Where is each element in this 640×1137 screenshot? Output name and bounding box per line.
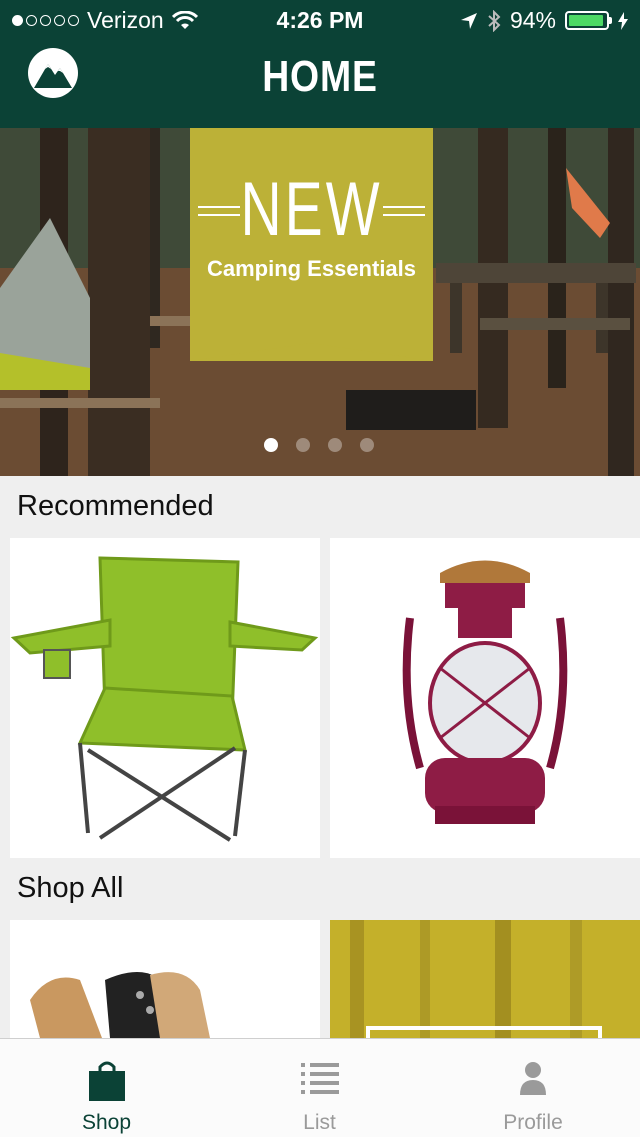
tab-shop[interactable]: Shop [0,1039,213,1137]
battery-percent: 94% [509,7,556,33]
category-card-boots[interactable] [10,920,320,1038]
pager-dot[interactable] [360,438,374,452]
page-title: HOME [262,52,378,101]
promo-banner[interactable]: NEW Camping Essentials [190,128,433,361]
list-icon [300,1063,339,1094]
shopping-bag-icon [88,1061,125,1101]
app-header: Verizon 4:26 PM 94% HOME [0,0,640,128]
charging-icon [618,11,628,30]
carousel-pager[interactable] [264,438,374,452]
person-icon [520,1062,546,1095]
tab-profile[interactable]: Profile [426,1039,640,1137]
boots-icon [30,972,210,1038]
battery-icon [565,11,612,30]
tab-bar: Shop List Profile [0,1038,640,1137]
status-right: 94% [460,7,628,34]
banner-title: NEW [240,167,383,252]
product-card-lantern[interactable] [330,538,640,858]
recommended-heading: Recommended [17,490,214,522]
location-arrow-icon [460,12,477,29]
shop-all-heading: Shop All [17,872,124,904]
product-card-chair[interactable] [10,538,320,858]
hero-carousel[interactable]: NEW Camping Essentials [0,128,640,476]
bluetooth-icon [488,9,501,32]
forest-category-icon [330,920,640,1038]
pager-dot[interactable] [328,438,342,452]
category-card-forest[interactable] [330,920,640,1038]
tab-list[interactable]: List [213,1039,426,1137]
tab-label-list: List [303,1111,336,1134]
camping-chair-icon [10,556,319,842]
tab-label-profile: Profile [503,1111,563,1134]
pager-dot[interactable] [296,438,310,452]
lantern-icon [402,560,568,824]
status-bar: Verizon 4:26 PM 94% [0,0,640,40]
pager-dot[interactable] [264,438,278,452]
tab-label-shop: Shop [81,1111,132,1134]
banner-subtitle: Camping Essentials [206,256,417,281]
